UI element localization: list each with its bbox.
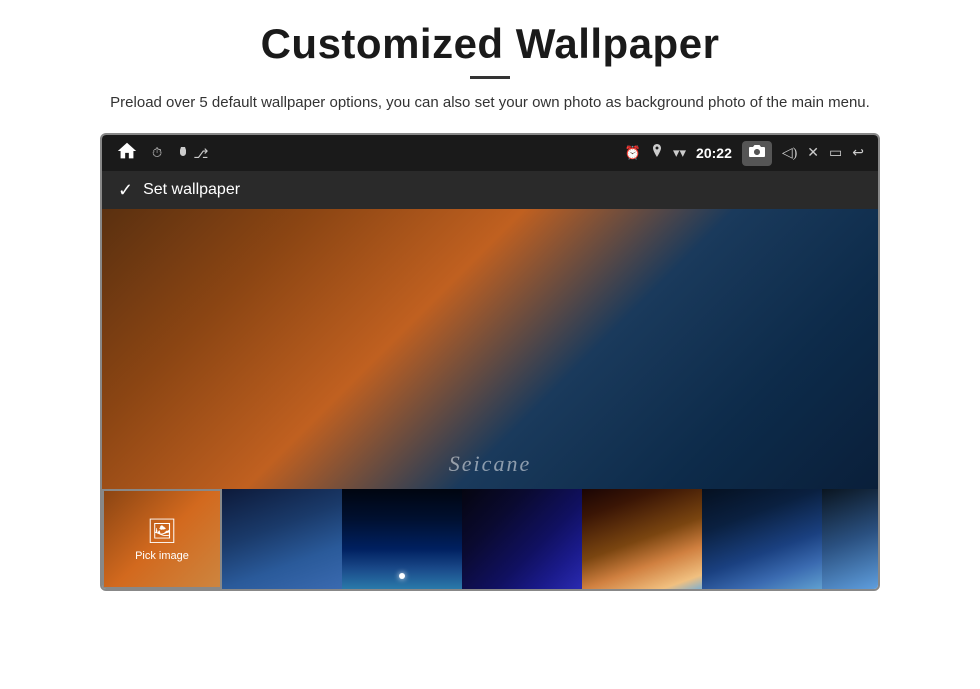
checkmark-icon: ✓ bbox=[118, 180, 133, 201]
location-icon bbox=[651, 144, 663, 162]
android-screen: ⏱ ⎇ ⏰ ▾▾ 20:22 bbox=[100, 133, 880, 591]
thumbnail-strip: 🖼 Pick image bbox=[102, 489, 878, 589]
alarm-icon: ⏰ bbox=[625, 145, 641, 161]
title-section: Customized Wallpaper Preload over 5 defa… bbox=[30, 20, 950, 115]
home-icon[interactable] bbox=[116, 140, 138, 167]
wallpaper-thumb-1[interactable] bbox=[222, 489, 342, 589]
status-time: 20:22 bbox=[696, 145, 732, 161]
title-divider bbox=[470, 76, 510, 79]
wallpaper-thumb-5[interactable] bbox=[702, 489, 822, 589]
pick-image-icon: 🖼 bbox=[147, 517, 177, 546]
wallpaper-thumb-4[interactable] bbox=[582, 489, 702, 589]
wallpaper-thumb-partial[interactable] bbox=[822, 489, 878, 589]
wallpaper-preview: Seicane bbox=[102, 209, 878, 489]
page-wrapper: Customized Wallpaper Preload over 5 defa… bbox=[0, 0, 980, 611]
status-bar: ⏱ ⎇ ⏰ ▾▾ 20:22 bbox=[102, 135, 878, 171]
status-bar-left: ⏱ ⎇ bbox=[116, 140, 208, 167]
clock-icon: ⏱ bbox=[152, 145, 162, 161]
set-wallpaper-label: Set wallpaper bbox=[143, 181, 240, 199]
window-icon[interactable]: ▭ bbox=[829, 145, 842, 162]
watermark: Seicane bbox=[449, 451, 531, 477]
page-title: Customized Wallpaper bbox=[30, 20, 950, 68]
wallpaper-thumb-3[interactable] bbox=[462, 489, 582, 589]
status-bar-right: ⏰ ▾▾ 20:22 ◁) ✕ ▭ ↩ bbox=[625, 141, 864, 166]
wifi-icon: ▾▾ bbox=[673, 145, 686, 161]
pick-image-label: Pick image bbox=[135, 550, 189, 562]
action-bar: ✓ Set wallpaper bbox=[102, 171, 878, 209]
volume-icon[interactable]: ◁) bbox=[782, 145, 797, 162]
page-subtitle: Preload over 5 default wallpaper options… bbox=[60, 91, 920, 115]
wallpaper-thumb-2[interactable] bbox=[342, 489, 462, 589]
pick-image-button[interactable]: 🖼 Pick image bbox=[102, 489, 222, 589]
close-icon[interactable]: ✕ bbox=[807, 145, 819, 162]
camera-button[interactable] bbox=[742, 141, 772, 166]
back-icon[interactable]: ↩ bbox=[852, 145, 864, 162]
usb-icon: ⎇ bbox=[176, 144, 208, 162]
